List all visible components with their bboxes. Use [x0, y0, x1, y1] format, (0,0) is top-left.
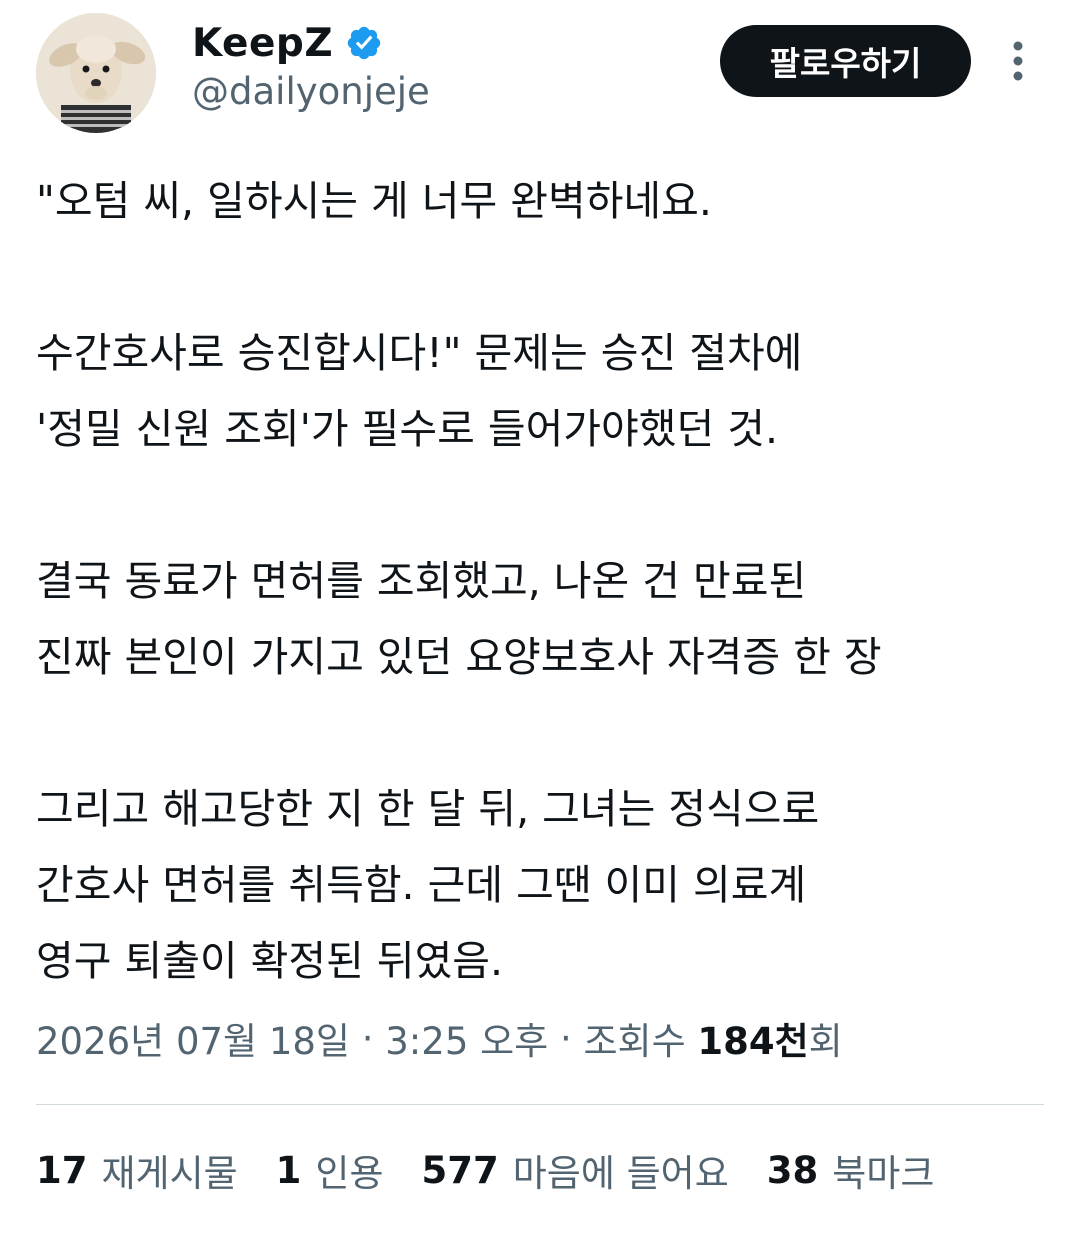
- views-count: 184천: [697, 1020, 809, 1063]
- stat-count: 17: [36, 1148, 88, 1192]
- stat-bookmarks[interactable]: 38 북마크: [767, 1143, 935, 1197]
- tweet-line: 간호사 면허를 취득함. 근데 그땐 이미 의료계: [36, 861, 807, 909]
- tweet-date[interactable]: 2026년 07월 18일: [36, 1011, 350, 1065]
- stat-reposts[interactable]: 17 재게시물: [36, 1143, 238, 1197]
- tweet-text: "오텀 씨, 일하시는 게 너무 완벽하네요. 수간호사로 승진합시다!" 문제…: [36, 163, 1056, 999]
- stat-count: 38: [766, 1148, 819, 1192]
- verified-badge-icon: [347, 26, 381, 60]
- tweet-meta: 2026년 07월 18일 · 3:25 오후 · 조회수 184천 회: [36, 1008, 843, 1068]
- stat-label: 인용: [315, 1152, 384, 1195]
- engagement-stats: 17 재게시물 1 인용 577 마음에 들어요 38 북마크: [36, 1140, 972, 1200]
- stat-label: 재게시물: [101, 1152, 238, 1195]
- stat-count: 1: [275, 1148, 302, 1192]
- user-handle[interactable]: @dailyonjeje: [192, 70, 430, 113]
- more-vertical-icon[interactable]: [1004, 38, 1032, 84]
- meta-separator: ·: [548, 1016, 584, 1060]
- stat-count: 577: [421, 1148, 499, 1192]
- stat-label: 북마크: [832, 1152, 935, 1195]
- tweet-line: 그리고 해고당한 지 한 달 뒤, 그녀는 정식으로: [36, 785, 820, 833]
- tweet-line: 수간호사로 승진합시다!" 문제는 승진 절차에: [36, 329, 803, 377]
- tweet-line: 결국 동료가 면허를 조회했고, 나온 건 만료된: [36, 557, 807, 605]
- follow-button[interactable]: 팔로우하기: [720, 25, 971, 97]
- avatar-dog-image: [36, 13, 156, 133]
- stat-label: 마음에 들어요: [512, 1152, 729, 1195]
- stat-quotes[interactable]: 1 인용: [276, 1143, 384, 1197]
- tweet-line: 진짜 본인이 가지고 있던 요양보호사 자격증 한 장: [36, 633, 882, 681]
- user-name-row[interactable]: KeepZ: [192, 18, 383, 68]
- meta-separator: ·: [349, 1016, 386, 1060]
- tweet-line: 영구 퇴출이 확정된 뒤였음.: [36, 937, 504, 985]
- tweet-line: '정밀 신원 조회'가 필수로 들어가야했던 것.: [36, 405, 778, 453]
- avatar[interactable]: [36, 13, 156, 133]
- divider: [36, 1104, 1044, 1105]
- tweet-time[interactable]: 3:25 오후: [385, 1011, 548, 1065]
- stat-likes[interactable]: 577 마음에 들어요: [422, 1143, 729, 1197]
- tweet-line: "오텀 씨, 일하시는 게 너무 완벽하네요.: [36, 177, 712, 225]
- views-suffix: 회: [808, 1020, 843, 1063]
- display-name[interactable]: KeepZ: [192, 21, 333, 66]
- views-label: 조회수: [583, 1020, 698, 1063]
